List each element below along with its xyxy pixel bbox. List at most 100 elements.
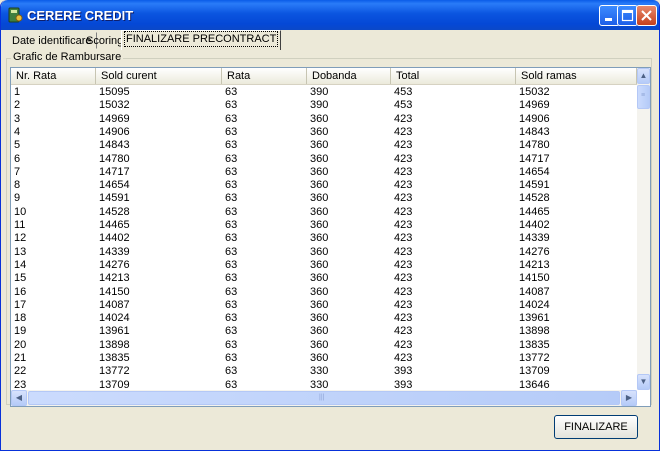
- table-cell: 4: [14, 125, 21, 138]
- table-row[interactable]: 1 15095 63 390 453 15032: [11, 86, 637, 99]
- table-row[interactable]: 5 14843 63 360 423 14780: [11, 139, 637, 152]
- table-row[interactable]: 13 14339 63 360 423 14276: [11, 246, 637, 259]
- table-row[interactable]: 6 14780 63 360 423 14717: [11, 153, 637, 166]
- maximize-button[interactable]: [617, 5, 638, 26]
- table-cell: 423: [394, 338, 413, 351]
- table-cell: 2: [14, 99, 21, 112]
- table-row[interactable]: 4 14906 63 360 423 14843: [11, 126, 637, 139]
- finalize-button[interactable]: FINALIZARE: [554, 415, 638, 439]
- table-row[interactable]: 12 14402 63 360 423 14339: [11, 232, 637, 245]
- column-header-dobanda[interactable]: Dobanda: [307, 68, 391, 84]
- table-cell: 360: [310, 352, 329, 364]
- arrow-down-icon: ▼: [639, 377, 648, 386]
- table-cell: 15032: [99, 99, 130, 112]
- table-row[interactable]: 22 13772 63 330 393 13709: [11, 365, 637, 378]
- table-cell: 13898: [519, 325, 550, 338]
- group-title: Grafic de Rambursare: [11, 51, 124, 63]
- horizontal-scrollbar[interactable]: ◀ ||| ▶: [11, 390, 637, 406]
- table-cell: 360: [310, 219, 329, 231]
- table-cell: 14339: [519, 232, 550, 245]
- table-row[interactable]: 2 15032 63 390 453 14969: [11, 99, 637, 112]
- table-cell: 360: [310, 258, 329, 271]
- table-cell: 7: [14, 165, 21, 178]
- arrow-up-icon: ▲: [639, 71, 648, 80]
- scroll-down-button[interactable]: ▼: [637, 374, 650, 390]
- close-button[interactable]: [636, 5, 657, 26]
- table-cell: 390: [310, 99, 329, 112]
- table-row[interactable]: 21 13835 63 360 423 13772: [11, 352, 637, 365]
- table-cell: 14402: [519, 219, 550, 231]
- table-cell: 13709: [519, 365, 550, 378]
- scroll-up-button[interactable]: ▲: [637, 68, 650, 84]
- table-cell: 423: [394, 298, 413, 311]
- column-header-nr-rata[interactable]: Nr. Rata: [11, 68, 96, 84]
- repayment-table[interactable]: Nr. Rata Sold curent Rata Dobanda Total …: [10, 67, 651, 407]
- table-row[interactable]: 7 14717 63 360 423 14654: [11, 166, 637, 179]
- title-bar[interactable]: CERERE CREDIT: [1, 0, 659, 30]
- table-cell: 360: [310, 205, 329, 218]
- table-cell: 63: [225, 338, 238, 351]
- column-header-rata[interactable]: Rata: [222, 68, 307, 84]
- table-row[interactable]: 16 14150 63 360 423 14087: [11, 286, 637, 299]
- close-icon: [641, 10, 652, 21]
- table-cell: 63: [225, 165, 238, 178]
- table-row[interactable]: 18 14024 63 360 423 13961: [11, 312, 637, 325]
- table-cell: 393: [394, 365, 413, 378]
- table-cell: 63: [225, 365, 238, 378]
- table-cell: 423: [394, 112, 413, 125]
- table-cell: 14717: [519, 152, 550, 165]
- table-cell: 14465: [519, 205, 550, 218]
- horizontal-scroll-thumb[interactable]: |||: [28, 391, 620, 405]
- vertical-scrollbar[interactable]: ▲ ≡ ▼: [637, 68, 650, 390]
- scroll-right-button[interactable]: ▶: [621, 390, 637, 406]
- table-cell: 14780: [99, 152, 130, 165]
- table-row[interactable]: 17 14087 63 360 423 14024: [11, 299, 637, 312]
- table-row[interactable]: 11 14465 63 360 423 14402: [11, 219, 637, 232]
- table-row[interactable]: 15 14213 63 360 423 14150: [11, 272, 637, 285]
- table-cell: 63: [225, 245, 238, 258]
- scroll-left-button[interactable]: ◀: [11, 390, 27, 406]
- table-cell: 423: [394, 245, 413, 258]
- table-cell: 12: [14, 232, 27, 245]
- table-cell: 13835: [519, 338, 550, 351]
- table-cell: 5: [14, 139, 21, 152]
- table-row[interactable]: 20 13898 63 360 423 13835: [11, 339, 637, 352]
- table-cell: 17: [14, 298, 27, 311]
- table-cell: 360: [310, 232, 329, 245]
- table-cell: 360: [310, 312, 329, 325]
- table-cell: 423: [394, 232, 413, 245]
- table-cell: 63: [225, 258, 238, 271]
- tab-label: FINALIZARE PRECONTRACT: [123, 31, 279, 47]
- table-cell: 63: [225, 152, 238, 165]
- arrow-right-icon: ▶: [625, 393, 633, 402]
- table-cell: 63: [225, 192, 238, 205]
- table-row[interactable]: 10 14528 63 360 423 14465: [11, 206, 637, 219]
- table-cell: 9: [14, 192, 21, 205]
- table-row[interactable]: 8 14654 63 360 423 14591: [11, 179, 637, 192]
- table-cell: 14024: [99, 312, 130, 325]
- column-header-sold-ramas[interactable]: Sold ramas: [516, 68, 637, 84]
- table-row[interactable]: 3 14969 63 360 423 14906: [11, 113, 637, 126]
- table-cell: 14339: [99, 245, 130, 258]
- table-row[interactable]: 19 13961 63 360 423 13898: [11, 325, 637, 338]
- table-cell: 63: [225, 205, 238, 218]
- table-cell: 63: [225, 99, 238, 112]
- maximize-icon: [621, 9, 634, 22]
- table-cell: 360: [310, 338, 329, 351]
- column-header-sold-curent[interactable]: Sold curent: [96, 68, 222, 84]
- vertical-scroll-thumb[interactable]: ≡: [637, 85, 650, 109]
- table-cell: 63: [225, 219, 238, 231]
- column-header-total[interactable]: Total: [391, 68, 516, 84]
- tab-finalizare-precontract[interactable]: FINALIZARE PRECONTRACT: [121, 30, 282, 50]
- table-cell: 63: [225, 325, 238, 338]
- table-row[interactable]: 14 14276 63 360 423 14213: [11, 259, 637, 272]
- table-cell: 360: [310, 325, 329, 338]
- table-row[interactable]: 9 14591 63 360 423 14528: [11, 192, 637, 205]
- table-cell: 14087: [519, 285, 550, 298]
- table-cell: 360: [310, 245, 329, 258]
- table-cell: 63: [225, 285, 238, 298]
- table-cell: 423: [394, 165, 413, 178]
- table-cell: 63: [225, 312, 238, 325]
- table-cell: 16: [14, 285, 27, 298]
- table-cell: 63: [225, 232, 238, 245]
